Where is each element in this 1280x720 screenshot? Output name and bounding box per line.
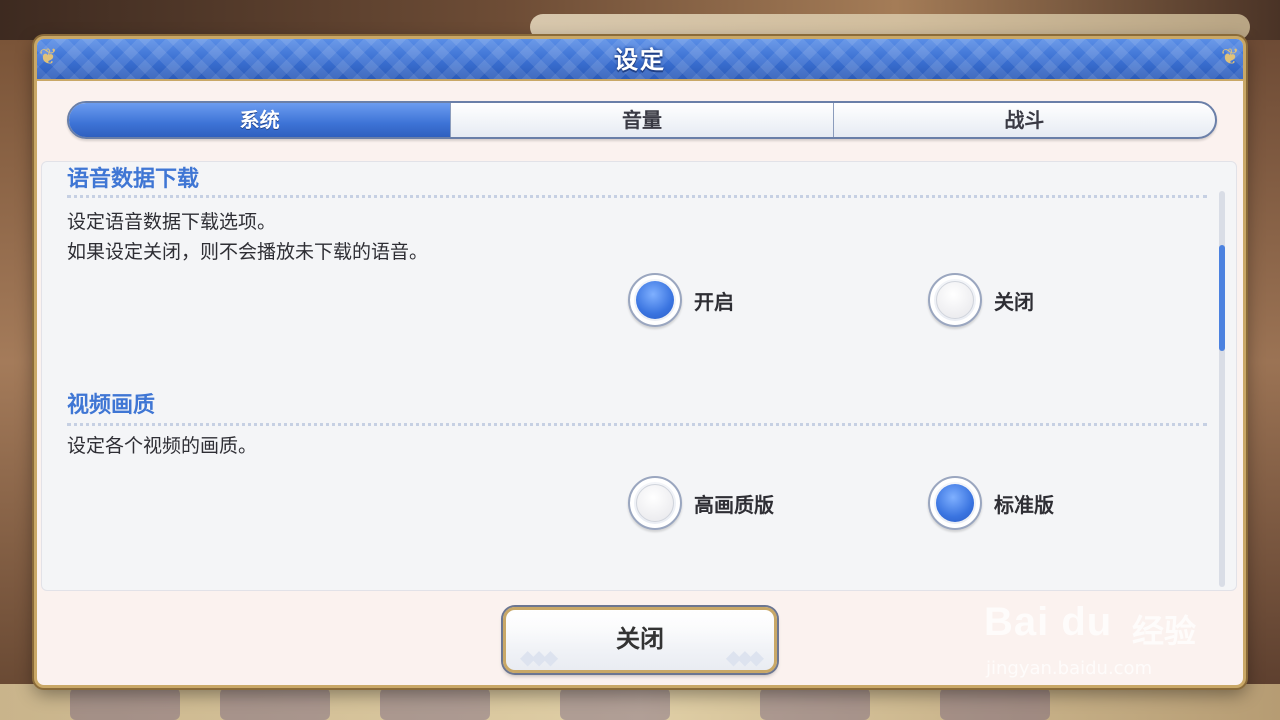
tab-volume[interactable]: 音量 [450,103,832,137]
voice-download-on-radio[interactable]: 开启 [628,273,734,327]
radio-button[interactable] [628,476,682,530]
radio-label-high: 高画质版 [694,492,774,517]
radio-button[interactable] [928,476,982,530]
bottom-menu-item [70,688,180,720]
bottom-menu-item [560,688,670,720]
game-scene-right [1242,40,1280,684]
radio-label-off: 关闭 [994,289,1034,314]
dialog-title: 设定 [614,46,666,74]
tab-system[interactable]: 系统 [69,103,451,137]
video-standard-quality-radio[interactable]: 标准版 [928,476,1054,530]
baidu-jingyan-watermark: Bai du 经验 jingyan.baidu.com [984,600,1224,690]
section-divider [67,195,1207,198]
baidu-logo: Bai du [984,600,1113,644]
bottom-menu-item [760,688,870,720]
voice-download-title: 语音数据下载 [67,167,200,192]
video-high-quality-radio[interactable]: 高画质版 [628,476,774,530]
game-scene-left [0,40,38,684]
video-desc-line-1: 设定各个视频的画质。 [67,435,258,457]
corner-ornament-icon: ❦ [1221,45,1240,70]
voice-desc-line-2: 如果设定关闭，则不会播放未下载的语音。 [67,241,429,263]
jingyan-label: 经验 [1132,612,1197,650]
close-button[interactable]: ◆◆◆ 关闭 ◆◆◆ [503,607,777,673]
bottom-menu-item [220,688,330,720]
voice-download-description: 设定语音数据下载选项。 如果设定关闭，则不会播放未下载的语音。 [67,207,428,267]
watermark-url: jingyan.baidu.com [986,658,1153,679]
radio-label-on: 开启 [694,289,734,314]
radio-button[interactable] [628,273,682,327]
close-button-label: 关闭 [616,625,664,653]
bottom-menu-item [940,688,1050,720]
scrollbar-thumb[interactable] [1219,245,1225,351]
radio-selected-dot [636,281,674,319]
video-quality-title: 视频画质 [67,393,156,418]
dialog-titlebar: ❦ 设定 ❦ [37,39,1243,81]
bottom-menu-item [380,688,490,720]
settings-dialog: ❦ 设定 ❦ 系统 音量 战斗 语音数据下载 设定语音数据下载选项。 如果设定关… [34,36,1246,688]
tab-battle[interactable]: 战斗 [832,103,1215,137]
diamond-decoration-icon: ◆◆◆ [520,645,558,669]
radio-empty-dot [936,281,974,319]
radio-empty-dot [636,484,674,522]
voice-desc-line-1: 设定语音数据下载选项。 [67,211,277,233]
settings-tabs: 系统 音量 战斗 [67,101,1217,139]
section-divider [67,423,1207,426]
voice-download-off-radio[interactable]: 关闭 [928,273,1034,327]
video-quality-description: 设定各个视频的画质。 [67,431,257,461]
diamond-decoration-icon: ◆◆◆ [725,645,764,669]
radio-label-standard: 标准版 [994,492,1054,517]
radio-selected-dot [936,484,974,522]
radio-button[interactable] [928,273,982,327]
